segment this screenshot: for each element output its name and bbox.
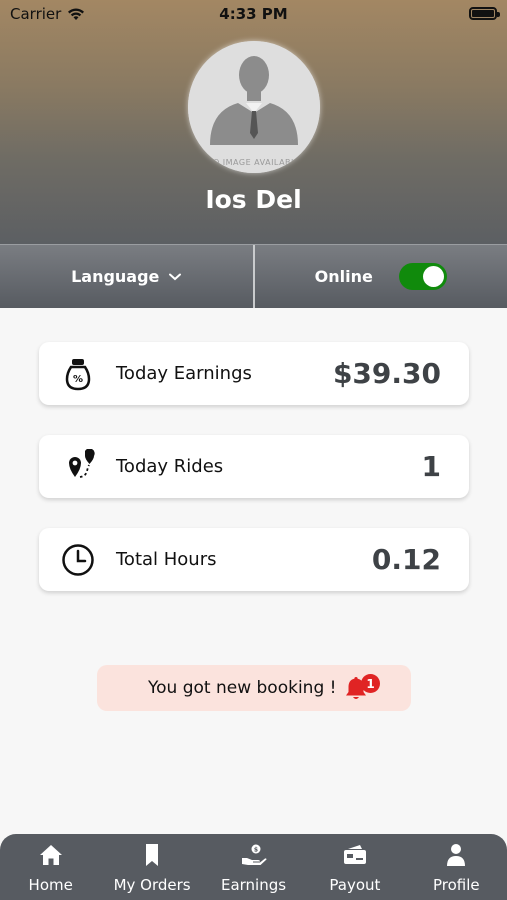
tab-payout[interactable]: Payout [304, 834, 405, 900]
toggle-knob [422, 266, 444, 287]
tab-label: Earnings [220, 876, 287, 894]
language-label: Language [71, 267, 160, 286]
profile-name: Ios Del [205, 185, 302, 214]
control-bar: Language Online [0, 244, 507, 308]
clock-time: 4:33 PM [219, 5, 288, 23]
payout-icon [342, 842, 368, 868]
tab-label: My Orders [113, 876, 191, 894]
bottom-tab-bar: Home My Orders $ Earnings Payout Profile [0, 834, 507, 900]
tab-earnings[interactable]: $ Earnings [203, 834, 304, 900]
new-booking-notification[interactable]: You got new booking ! 1 [97, 665, 411, 711]
language-cell: Language [0, 245, 253, 308]
tab-label: Payout [329, 876, 381, 894]
avatar-caption: NO IMAGE AVAILABLE [206, 158, 302, 167]
earnings-icon: $ [241, 842, 267, 868]
tab-profile[interactable]: Profile [406, 834, 507, 900]
stat-label: Total Hours [116, 549, 217, 570]
stat-value: 1 [421, 450, 441, 483]
language-button[interactable]: Language [71, 267, 182, 286]
person-silhouette-icon [188, 41, 320, 173]
tab-home[interactable]: Home [0, 834, 101, 900]
money-jar-icon: % [58, 354, 98, 394]
tab-label: Profile [433, 876, 480, 894]
svg-text:%: % [73, 374, 83, 385]
battery-icon [469, 7, 500, 20]
stat-label: Today Rides [116, 456, 224, 477]
svg-text:$: $ [253, 847, 257, 854]
online-toggle[interactable] [398, 263, 447, 290]
route-pin-icon [58, 447, 98, 487]
stat-card-rides[interactable]: Today Rides 1 [39, 435, 469, 498]
clock-icon [58, 540, 98, 580]
stat-card-earnings[interactable]: % Today Earnings $39.30 [39, 342, 469, 405]
stat-label: Today Earnings [116, 363, 252, 384]
profile-header: Carrier 4:33 PM NO IMAGE AVAILABLE Ios D… [0, 0, 507, 244]
stat-card-hours[interactable]: Total Hours 0.12 [39, 528, 469, 591]
notification-text: You got new booking ! [148, 678, 337, 698]
profile-icon [443, 842, 469, 868]
chevron-down-icon [169, 273, 182, 280]
online-cell: Online [255, 245, 507, 308]
avatar[interactable]: NO IMAGE AVAILABLE [188, 41, 320, 173]
status-bar: Carrier 4:33 PM [0, 0, 507, 28]
online-label: Online [314, 267, 373, 286]
stat-value: $39.30 [332, 357, 441, 390]
tab-my-orders[interactable]: My Orders [101, 834, 202, 900]
home-icon [38, 842, 64, 868]
tab-label: Home [28, 876, 73, 894]
stat-value: 0.12 [371, 543, 441, 576]
notification-count-badge: 1 [361, 674, 380, 693]
bookmark-icon [139, 842, 165, 868]
